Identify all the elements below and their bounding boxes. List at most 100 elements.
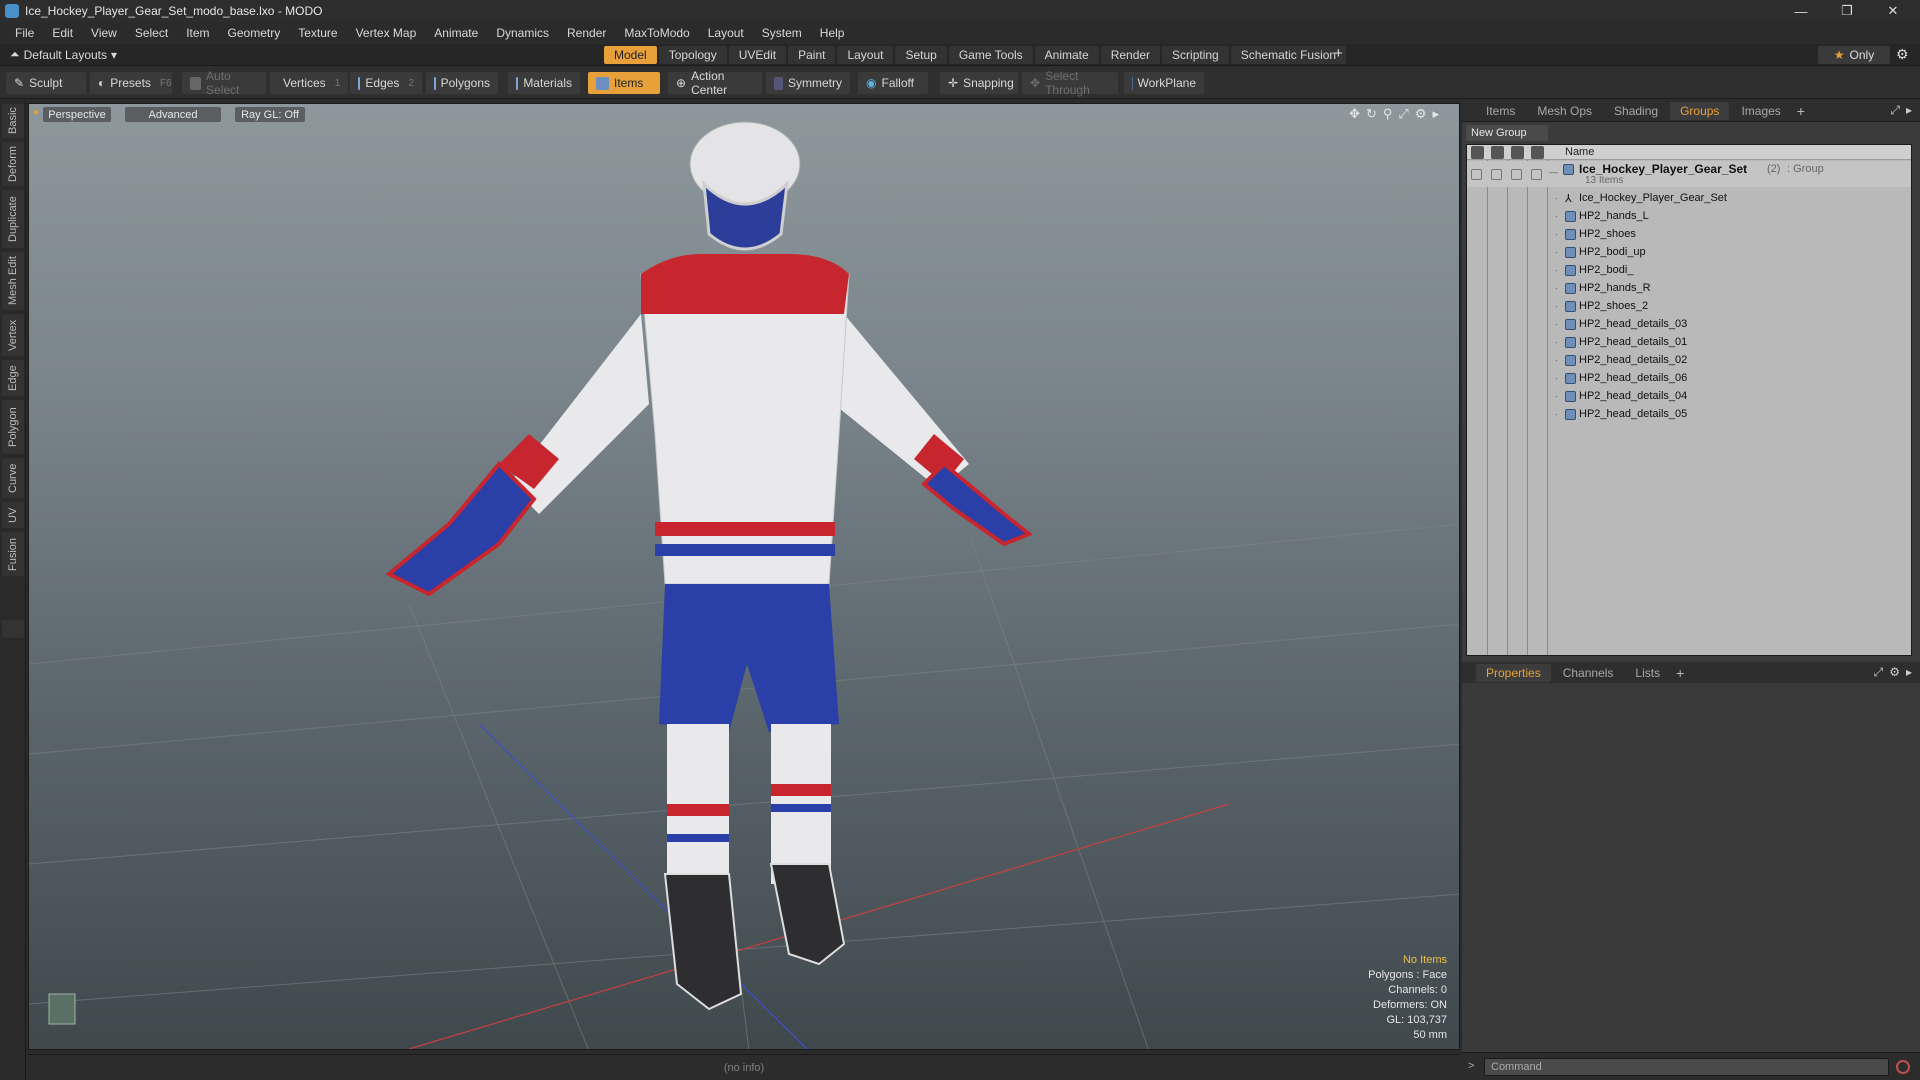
- collapse-icon[interactable]: —: [1549, 167, 1558, 177]
- new-group-button[interactable]: New Group: [1466, 125, 1548, 141]
- tree-item[interactable]: · HP2_hands_R: [1467, 279, 1911, 297]
- record-icon[interactable]: [1896, 1060, 1910, 1074]
- menu-item[interactable]: Item: [177, 26, 218, 40]
- group-select-toggle[interactable]: [1531, 168, 1542, 180]
- zoom-icon[interactable]: ⚲: [1383, 106, 1393, 122]
- tab-setup[interactable]: Setup: [895, 46, 947, 64]
- render-icon[interactable]: [1491, 146, 1504, 159]
- left-tab-basic[interactable]: Basic: [2, 104, 24, 138]
- left-tab-fusion[interactable]: Fusion: [2, 532, 24, 576]
- panel-expand-icon[interactable]: ▸: [1906, 665, 1912, 680]
- panel-expand-icon[interactable]: ▸: [1906, 103, 1912, 118]
- group-lock-toggle[interactable]: [1511, 168, 1522, 180]
- tab-shading[interactable]: Shading: [1604, 102, 1668, 120]
- action-center-button[interactable]: ⊕ Action Center: [668, 69, 762, 97]
- menu-vertex-map[interactable]: Vertex Map: [347, 26, 426, 40]
- tree-item[interactable]: · HP2_head_details_01: [1467, 333, 1911, 351]
- maximize-button[interactable]: ❐: [1824, 0, 1870, 22]
- add-layout-tab-button[interactable]: +: [1334, 45, 1343, 62]
- tree-item[interactable]: · HP2_head_details_03: [1467, 315, 1911, 333]
- group-render-toggle[interactable]: [1491, 168, 1502, 180]
- menu-geometry[interactable]: Geometry: [219, 26, 290, 40]
- view-mode-button[interactable]: Perspective: [43, 107, 111, 122]
- tree-item[interactable]: · HP2_bodi_up: [1467, 243, 1911, 261]
- tree-item[interactable]: · HP2_head_details_02: [1467, 351, 1911, 369]
- select-through-button[interactable]: ✥ Select Through: [1022, 69, 1118, 97]
- materials-button[interactable]: Materials: [508, 72, 580, 94]
- menu-edit[interactable]: Edit: [43, 26, 82, 40]
- vertices-button[interactable]: Vertices 1: [270, 72, 348, 94]
- snapping-button[interactable]: ✛ Snapping: [940, 72, 1018, 94]
- gear-icon[interactable]: ⚙: [1896, 46, 1909, 63]
- 3d-viewport[interactable]: ● Perspective Advanced Ray GL: Off ✥ ↻ ⚲…: [28, 103, 1460, 1050]
- close-button[interactable]: ✕: [1870, 0, 1916, 22]
- rotate-icon[interactable]: ↻: [1366, 106, 1377, 122]
- items-button[interactable]: Items: [588, 72, 660, 94]
- tab-render[interactable]: Render: [1100, 46, 1161, 64]
- workplane-button[interactable]: WorkPlane: [1124, 72, 1204, 94]
- select-icon[interactable]: [1531, 146, 1544, 159]
- tree-item[interactable]: · HP2_head_details_04: [1467, 387, 1911, 405]
- menu-layout[interactable]: Layout: [699, 26, 753, 40]
- menu-animate[interactable]: Animate: [425, 26, 487, 40]
- fit-icon[interactable]: ⤢: [1398, 106, 1408, 122]
- settings-icon[interactable]: ⚙: [1415, 106, 1427, 122]
- add-tab-icon[interactable]: +: [1797, 103, 1805, 119]
- tree-item[interactable]: · HP2_head_details_06: [1467, 369, 1911, 387]
- tree-item[interactable]: · HP2_shoes_2: [1467, 297, 1911, 315]
- edges-button[interactable]: Edges 2: [350, 72, 422, 94]
- menu-maxtomodo[interactable]: MaxToModo: [615, 26, 698, 40]
- group-row[interactable]: — Ice_Hockey_Player_Gear_Set (2) : Group…: [1467, 161, 1911, 187]
- tab-game-tools[interactable]: Game Tools: [948, 46, 1033, 64]
- menu-texture[interactable]: Texture: [289, 26, 346, 40]
- raygl-button[interactable]: Ray GL: Off: [235, 107, 305, 122]
- menu-select[interactable]: Select: [126, 26, 177, 40]
- left-tab-duplicate[interactable]: Duplicate: [2, 190, 24, 248]
- minimize-button[interactable]: —: [1778, 0, 1824, 22]
- menu-render[interactable]: Render: [558, 26, 615, 40]
- tab-images[interactable]: Images: [1731, 102, 1790, 120]
- tab-paint[interactable]: Paint: [788, 46, 836, 64]
- add-tab-icon[interactable]: +: [1676, 665, 1684, 681]
- tab-groups[interactable]: Groups: [1670, 101, 1730, 120]
- tab-mesh-ops[interactable]: Mesh Ops: [1527, 102, 1602, 120]
- only-toggle[interactable]: ★ Only: [1818, 46, 1890, 64]
- auto-select-button[interactable]: Auto Select: [182, 69, 266, 97]
- lock-icon[interactable]: [1511, 146, 1524, 159]
- menu-view[interactable]: View: [82, 26, 126, 40]
- left-tab-vertex[interactable]: Vertex: [2, 314, 24, 356]
- menu-dynamics[interactable]: Dynamics: [487, 26, 558, 40]
- tab-layout[interactable]: Layout: [837, 46, 894, 64]
- falloff-button[interactable]: ◉ Falloff: [858, 72, 928, 94]
- tree-item[interactable]: · HP2_hands_L: [1467, 207, 1911, 225]
- maximize-panel-icon[interactable]: ⤢: [1890, 103, 1900, 118]
- pan-icon[interactable]: ✥: [1349, 106, 1360, 122]
- tab-lists[interactable]: Lists: [1625, 664, 1670, 682]
- left-tab-polygon[interactable]: Polygon: [2, 400, 24, 454]
- symmetry-button[interactable]: Symmetry: [766, 72, 850, 94]
- tab-channels[interactable]: Channels: [1553, 664, 1624, 682]
- left-strip-toggle[interactable]: [2, 620, 24, 638]
- left-tab-deform[interactable]: Deform: [2, 142, 24, 186]
- menu-system[interactable]: System: [753, 26, 811, 40]
- left-tab-uv[interactable]: UV: [2, 502, 24, 528]
- tree-item[interactable]: · HP2_shoes: [1467, 225, 1911, 243]
- tab-items[interactable]: Items: [1476, 102, 1525, 120]
- gear-icon[interactable]: ⚙: [1889, 665, 1900, 680]
- tree-item[interactable]: · HP2_bodi_: [1467, 261, 1911, 279]
- tab-uvedit[interactable]: UVEdit: [728, 46, 787, 64]
- left-tab-mesh-edit[interactable]: Mesh Edit: [2, 252, 24, 310]
- shading-mode-button[interactable]: Advanced: [125, 107, 221, 122]
- command-input[interactable]: [1484, 1058, 1889, 1076]
- sculpt-button[interactable]: ✎ Sculpt: [6, 72, 86, 94]
- tab-animate[interactable]: Animate: [1034, 46, 1099, 64]
- tab-model[interactable]: Model: [604, 46, 657, 64]
- menu-file[interactable]: File: [6, 26, 43, 40]
- tab-topology[interactable]: Topology: [658, 46, 727, 64]
- tab-properties[interactable]: Properties: [1476, 663, 1551, 682]
- left-tab-edge[interactable]: Edge: [2, 360, 24, 396]
- expand-icon[interactable]: ▸: [1432, 106, 1439, 122]
- tree-item[interactable]: · ⅄ Ice_Hockey_Player_Gear_Set: [1467, 189, 1911, 207]
- maximize-panel-icon[interactable]: ⤢: [1874, 665, 1884, 680]
- layouts-dropdown[interactable]: ⏶ Default Layouts ▾: [10, 47, 117, 62]
